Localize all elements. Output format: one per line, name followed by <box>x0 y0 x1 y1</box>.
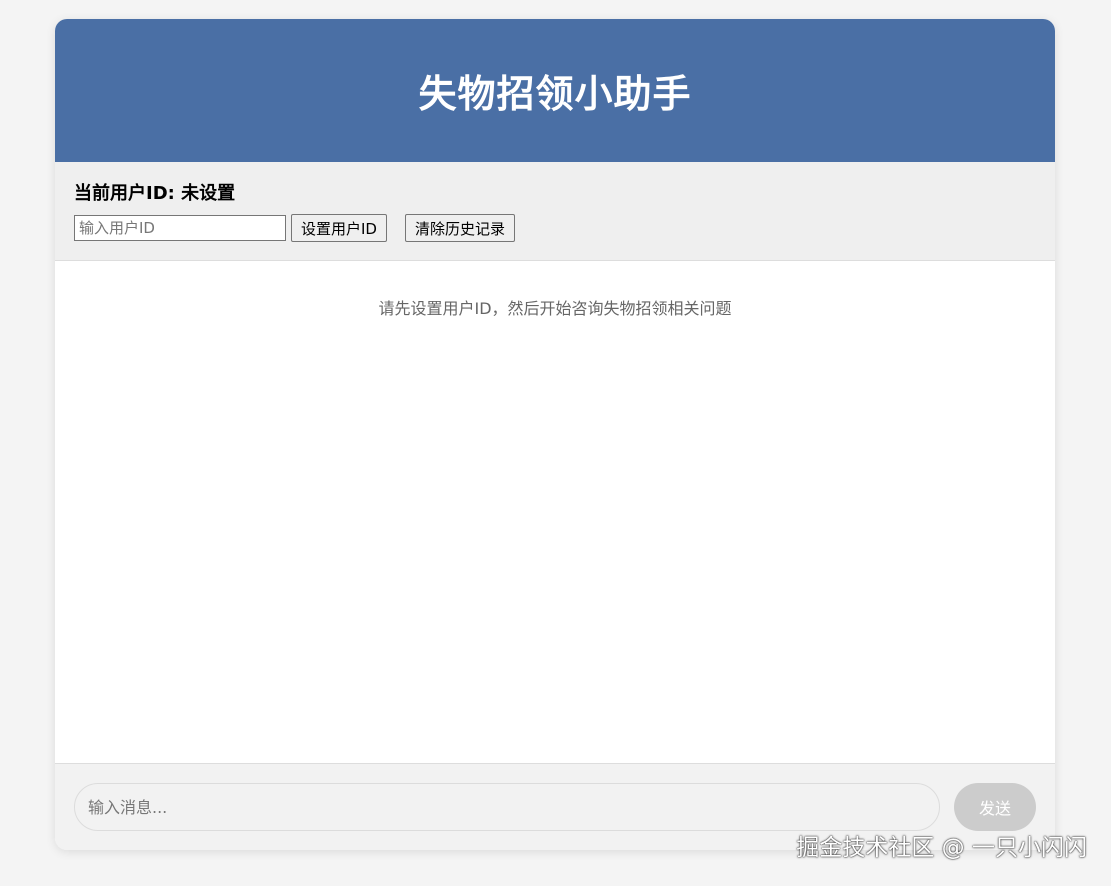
message-input[interactable] <box>74 783 940 831</box>
watermark: 掘金技术社区 @ 一只小闪闪 <box>796 835 1087 861</box>
set-user-id-button[interactable]: 设置用户ID <box>291 214 387 242</box>
app-title: 失物招领小助手 <box>418 72 692 116</box>
chat-messages: 请先设置用户ID，然后开始咨询失物招领相关问题 <box>55 261 1055 763</box>
app-window: 失物招领小助手 当前用户ID: 未设置 设置用户ID 清除历史记录 请先设置用户… <box>55 19 1055 850</box>
user-panel: 当前用户ID: 未设置 设置用户ID 清除历史记录 <box>55 162 1055 261</box>
chat-hint: 请先设置用户ID，然后开始咨询失物招领相关问题 <box>378 299 732 318</box>
user-controls: 设置用户ID 清除历史记录 <box>74 214 1036 242</box>
send-button[interactable]: 发送 <box>954 783 1036 831</box>
current-user-label: 当前用户ID: 未设置 <box>74 183 236 204</box>
app-header: 失物招领小助手 <box>55 19 1055 162</box>
user-id-input[interactable] <box>74 215 286 241</box>
clear-history-button[interactable]: 清除历史记录 <box>404 214 515 242</box>
